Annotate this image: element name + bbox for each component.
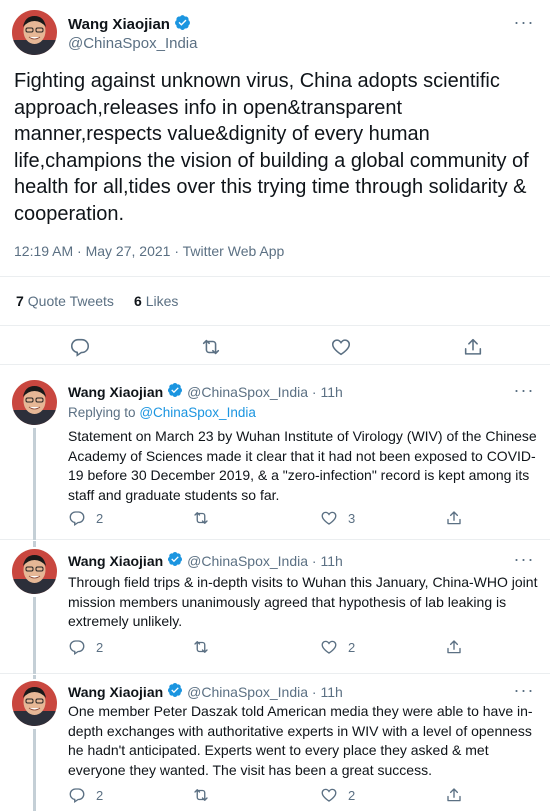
retweet-icon[interactable]	[192, 509, 210, 527]
more-icon[interactable]: ···	[514, 12, 534, 32]
reply-header: Wang Xiaojian @ChinaSpox_India · 11h	[68, 551, 343, 570]
likes-count: 6	[133, 293, 142, 309]
author-handle[interactable]: @ChinaSpox_India	[68, 35, 197, 52]
tweet-stats: 7 Quote Tweets 6 Likes	[0, 276, 550, 326]
quote-tweets-label: Quote Tweets	[27, 293, 114, 309]
thread-line	[33, 597, 36, 674]
tweet-text: Fighting against unknown virus, China ad…	[14, 70, 529, 225]
share-icon[interactable]	[462, 336, 484, 358]
verified-badge-icon	[167, 551, 183, 570]
like-icon[interactable]: 2	[320, 786, 355, 804]
retweet-icon[interactable]	[192, 786, 210, 804]
share-icon[interactable]	[445, 509, 463, 527]
reply-tweet[interactable]: Wang Xiaojian @ChinaSpox_India · 11h ···…	[0, 366, 550, 540]
reply-icon[interactable]: 2	[68, 509, 103, 527]
quote-tweets-count: 7	[16, 293, 24, 309]
author-name-text[interactable]: Wang Xiaojian	[68, 16, 170, 33]
handle-time[interactable]: @ChinaSpox_India · 11h	[187, 553, 343, 569]
reply-text: One member Peter Daszak told American me…	[68, 703, 533, 778]
thread-line	[33, 541, 36, 547]
verified-badge-icon	[167, 382, 183, 401]
retweet-icon[interactable]	[200, 336, 222, 358]
reply-icon[interactable]: 2	[68, 786, 103, 804]
likes-label: Likes	[145, 293, 179, 309]
replying-to-handle[interactable]: @ChinaSpox_India	[139, 405, 256, 420]
more-icon[interactable]: ···	[514, 549, 534, 569]
more-icon[interactable]: ···	[514, 680, 534, 700]
thread-line	[33, 675, 36, 679]
author-name[interactable]: Wang Xiaojian	[68, 684, 163, 700]
reply-tweet[interactable]: Wang Xiaojian @ChinaSpox_India · 11h ···…	[0, 541, 550, 674]
replying-to: Replying to @ChinaSpox_India	[68, 405, 256, 420]
quote-tweets-stat[interactable]: 7 Quote Tweets	[16, 293, 114, 309]
more-icon[interactable]: ···	[514, 380, 534, 400]
author-name[interactable]: Wang Xiaojian	[68, 384, 163, 400]
tweet-actions	[0, 330, 550, 364]
avatar[interactable]	[12, 681, 57, 726]
reply-icon[interactable]	[69, 336, 91, 358]
author-name[interactable]: Wang Xiaojian	[68, 553, 163, 569]
like-icon[interactable]	[330, 336, 352, 358]
like-count: 2	[348, 787, 356, 803]
like-count: 2	[348, 639, 356, 655]
reply-count: 2	[96, 510, 104, 526]
replying-to-prefix: Replying to	[68, 405, 136, 420]
author-name[interactable]: Wang Xiaojian	[68, 14, 191, 35]
verified-badge-icon	[167, 682, 183, 701]
like-icon[interactable]: 3	[320, 509, 355, 527]
reply-header: Wang Xiaojian @ChinaSpox_India · 11h	[68, 682, 343, 701]
retweet-icon[interactable]	[192, 638, 210, 656]
likes-stat[interactable]: 6 Likes	[134, 293, 178, 309]
thread-line	[33, 729, 36, 811]
reply-text: Statement on March 23 by Wuhan Institute…	[68, 428, 537, 503]
reply-tweet[interactable]: Wang Xiaojian @ChinaSpox_India · 11h ···…	[0, 675, 550, 811]
like-icon[interactable]: 2	[320, 638, 355, 656]
handle-time[interactable]: @ChinaSpox_India · 11h	[187, 684, 343, 700]
avatar[interactable]	[12, 549, 57, 594]
handle-time[interactable]: @ChinaSpox_India · 11h	[187, 384, 343, 400]
reply-count: 2	[96, 787, 104, 803]
reply-header: Wang Xiaojian @ChinaSpox_India · 11h	[68, 382, 343, 401]
verified-badge-icon	[174, 14, 191, 35]
thread-line	[33, 428, 36, 540]
main-tweet: Wang Xiaojian @ChinaSpox_India ··· Fight…	[0, 0, 550, 365]
reply-count: 2	[96, 639, 104, 655]
reply-icon[interactable]: 2	[68, 638, 103, 656]
like-count: 3	[348, 510, 356, 526]
share-icon[interactable]	[445, 786, 463, 804]
reply-text: Through field trips & in-depth visits to…	[68, 574, 538, 629]
share-icon[interactable]	[445, 638, 463, 656]
avatar[interactable]	[12, 380, 57, 425]
avatar[interactable]	[12, 10, 57, 55]
tweet-timestamp[interactable]: 12:19 AM · May 27, 2021 · Twitter Web Ap…	[14, 243, 284, 259]
